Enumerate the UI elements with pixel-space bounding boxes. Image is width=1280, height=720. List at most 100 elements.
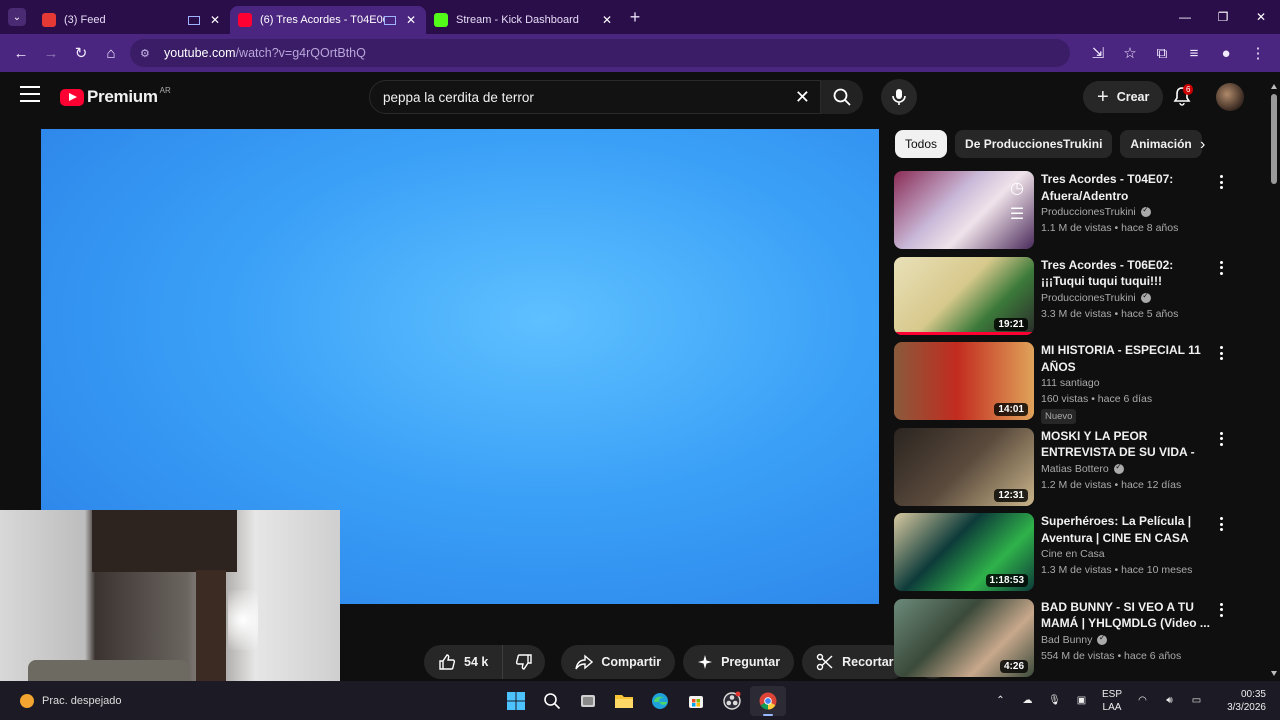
obs-app-button[interactable] — [714, 686, 750, 716]
site-info-icon[interactable]: ⚙ — [140, 47, 154, 60]
clear-search-icon[interactable]: ✕ — [795, 87, 810, 108]
guide-menu-icon[interactable] — [20, 86, 40, 104]
list-item[interactable]: ◷ ☰ Tres Acordes - T04E07: Afuera/Adentr… — [894, 171, 1234, 257]
notifications-button[interactable]: 6 — [1168, 82, 1196, 110]
close-tab-icon[interactable]: ✕ — [600, 13, 614, 27]
taskbar-search-button[interactable] — [534, 686, 570, 716]
video-title[interactable]: Tres Acordes - T04E07: Afuera/Adentro — [1041, 171, 1213, 204]
channel-name[interactable]: Bad Bunny — [1041, 633, 1213, 646]
browser-tab-kick[interactable]: Stream - Kick Dashboard ✕ — [426, 6, 622, 34]
more-vertical-icon[interactable] — [1220, 175, 1226, 192]
dislike-button[interactable] — [503, 645, 546, 679]
new-tab-button[interactable]: + — [622, 7, 648, 28]
browser-tab-strip: ⌄ (3) Feed ✕ (6) Tres Acordes - T04E06: … — [0, 0, 1280, 34]
search-input[interactable]: peppa la cerdita de terror ✕ — [369, 80, 821, 114]
video-thumbnail[interactable]: 12:31 — [894, 427, 1034, 506]
more-vertical-icon[interactable] — [1220, 602, 1226, 620]
wifi-icon[interactable]: ◠ — [1129, 695, 1156, 706]
clock[interactable]: 00:35 3/3/2026 — [1210, 688, 1280, 714]
install-app-icon[interactable]: ⇲ — [1082, 38, 1114, 68]
more-vertical-icon[interactable] — [1220, 346, 1226, 363]
like-button[interactable]: 54 k — [424, 645, 504, 679]
volume-icon[interactable]: 🔊︎ — [1156, 695, 1183, 706]
scrollbar-thumb[interactable] — [1271, 94, 1277, 184]
scroll-up-arrow-icon[interactable] — [1271, 84, 1277, 89]
close-tab-icon[interactable]: ✕ — [208, 13, 222, 27]
video-stats: 1.1 M de vistas • hace 8 años — [1041, 222, 1179, 234]
share-button[interactable]: Compartir — [561, 645, 676, 679]
clip-button[interactable]: Recortar — [802, 645, 908, 679]
list-item[interactable]: 19:21 Tres Acordes - T06E02: ¡¡¡Tuqui tu… — [894, 256, 1234, 343]
list-item[interactable]: 1:18:53 Superhéroes: La Película | Avent… — [894, 513, 1234, 599]
video-title[interactable]: MI HISTORIA - ESPECIAL 11 AÑOS — [1041, 342, 1213, 375]
list-item[interactable]: 12:31 MOSKI Y LA PEOR ENTREVISTA DE SU V… — [894, 427, 1234, 514]
country-code: AR — [159, 85, 171, 95]
list-item[interactable]: 4:26 BAD BUNNY - SI VEO A TU MAMÁ | YHLQ… — [894, 598, 1234, 685]
video-title[interactable]: BAD BUNNY - SI VEO A TU MAMÁ | YHLQMDLG … — [1041, 599, 1213, 632]
back-button[interactable]: ← — [6, 38, 36, 68]
voice-search-button[interactable] — [881, 79, 917, 115]
more-vertical-icon[interactable] — [1220, 517, 1226, 534]
page-scrollbar[interactable] — [1268, 80, 1280, 680]
task-view-button[interactable] — [570, 686, 606, 716]
forward-button[interactable]: → — [36, 38, 66, 68]
video-title[interactable]: Superhéroes: La Película | Aventura | CI… — [1041, 513, 1213, 546]
browser-tab-youtube[interactable]: (6) Tres Acordes - T04E06: A ✕ — [230, 6, 426, 34]
maximize-button[interactable]: ❐ — [1204, 0, 1242, 34]
youtube-premium-logo[interactable]: Premium AR — [60, 85, 171, 107]
scroll-down-arrow-icon[interactable] — [1271, 671, 1277, 676]
profile-icon[interactable]: ● — [1210, 38, 1242, 68]
video-title[interactable]: MOSKI Y LA PEOR ENTREVISTA DE SU VIDA - … — [1041, 428, 1213, 461]
video-thumbnail[interactable]: 14:01 — [894, 342, 1034, 420]
show-hidden-icons-chevron-icon[interactable]: ⌃ — [987, 695, 1014, 706]
video-thumbnail[interactable]: 1:18:53 — [894, 513, 1034, 591]
address-bar[interactable]: ⚙ youtube.com/watch?v=g4rQOrtBthQ — [130, 39, 1070, 67]
microphone-icon[interactable]: 🎙︎ — [1041, 695, 1068, 706]
search-button[interactable] — [821, 80, 863, 114]
display-icon[interactable]: ▣ — [1068, 695, 1095, 706]
media-controls-icon[interactable]: ≡ — [1178, 38, 1210, 68]
video-thumbnail[interactable]: 4:26 — [894, 598, 1034, 677]
channel-name[interactable]: ProduccionesTrukini — [1041, 205, 1213, 218]
watch-later-icon[interactable]: ◷ — [1006, 177, 1028, 199]
language-indicator[interactable]: ESP LAA — [1095, 688, 1129, 714]
more-vertical-icon[interactable] — [1220, 260, 1226, 278]
chip-animation[interactable]: Animación — [1120, 130, 1202, 158]
more-vertical-icon[interactable] — [1220, 431, 1226, 449]
obs-icon — [723, 691, 741, 710]
close-window-button[interactable]: ✕ — [1242, 0, 1280, 34]
browser-menu-icon[interactable]: ⋮ — [1242, 38, 1274, 68]
extensions-icon[interactable]: ⧉ — [1146, 38, 1178, 68]
list-item[interactable]: 14:01 MI HISTORIA - ESPECIAL 11 AÑOS 111… — [894, 342, 1234, 428]
start-button[interactable] — [498, 686, 534, 716]
create-button[interactable]: + Crear — [1083, 81, 1164, 113]
edge-browser-button[interactable] — [642, 686, 678, 716]
browser-tab-feed[interactable]: (3) Feed ✕ — [34, 6, 230, 34]
chevron-right-icon[interactable]: › — [1200, 136, 1205, 154]
bookmark-star-icon[interactable]: ☆ — [1114, 38, 1146, 68]
onedrive-cloud-icon[interactable]: ☁ — [1014, 695, 1041, 706]
account-avatar[interactable] — [1216, 83, 1244, 111]
channel-name[interactable]: 111 santiago — [1041, 377, 1213, 389]
tab-search-button[interactable]: ⌄ — [0, 0, 34, 34]
battery-icon[interactable]: ▭ — [1183, 695, 1210, 706]
channel-name[interactable]: Matias Bottero — [1041, 462, 1213, 475]
video-duration: 4:26 — [999, 659, 1028, 673]
weather-widget[interactable]: Prac. despejado — [20, 694, 122, 708]
video-thumbnail[interactable]: 19:21 — [894, 256, 1034, 335]
channel-name[interactable]: Cine en Casa — [1041, 548, 1213, 560]
video-thumbnail[interactable]: ◷ ☰ — [894, 171, 1034, 249]
file-explorer-button[interactable] — [606, 686, 642, 716]
chrome-browser-button[interactable] — [750, 686, 786, 716]
chip-all[interactable]: Todos — [895, 130, 948, 158]
microsoft-store-button[interactable] — [678, 686, 714, 716]
chip-channel[interactable]: De ProduccionesTrukini — [955, 130, 1113, 158]
close-tab-icon[interactable]: ✕ — [404, 13, 418, 27]
channel-name[interactable]: ProduccionesTrukini — [1041, 291, 1213, 304]
minimize-button[interactable]: — — [1166, 0, 1204, 34]
reload-button[interactable]: ↻ — [66, 38, 96, 68]
add-to-queue-icon[interactable]: ☰ — [1006, 203, 1028, 225]
home-button[interactable]: ⌂ — [96, 38, 126, 68]
video-title[interactable]: Tres Acordes - T06E02: ¡¡¡Tuqui tuqui tu… — [1041, 257, 1213, 290]
ask-button[interactable]: Preguntar — [683, 645, 795, 679]
